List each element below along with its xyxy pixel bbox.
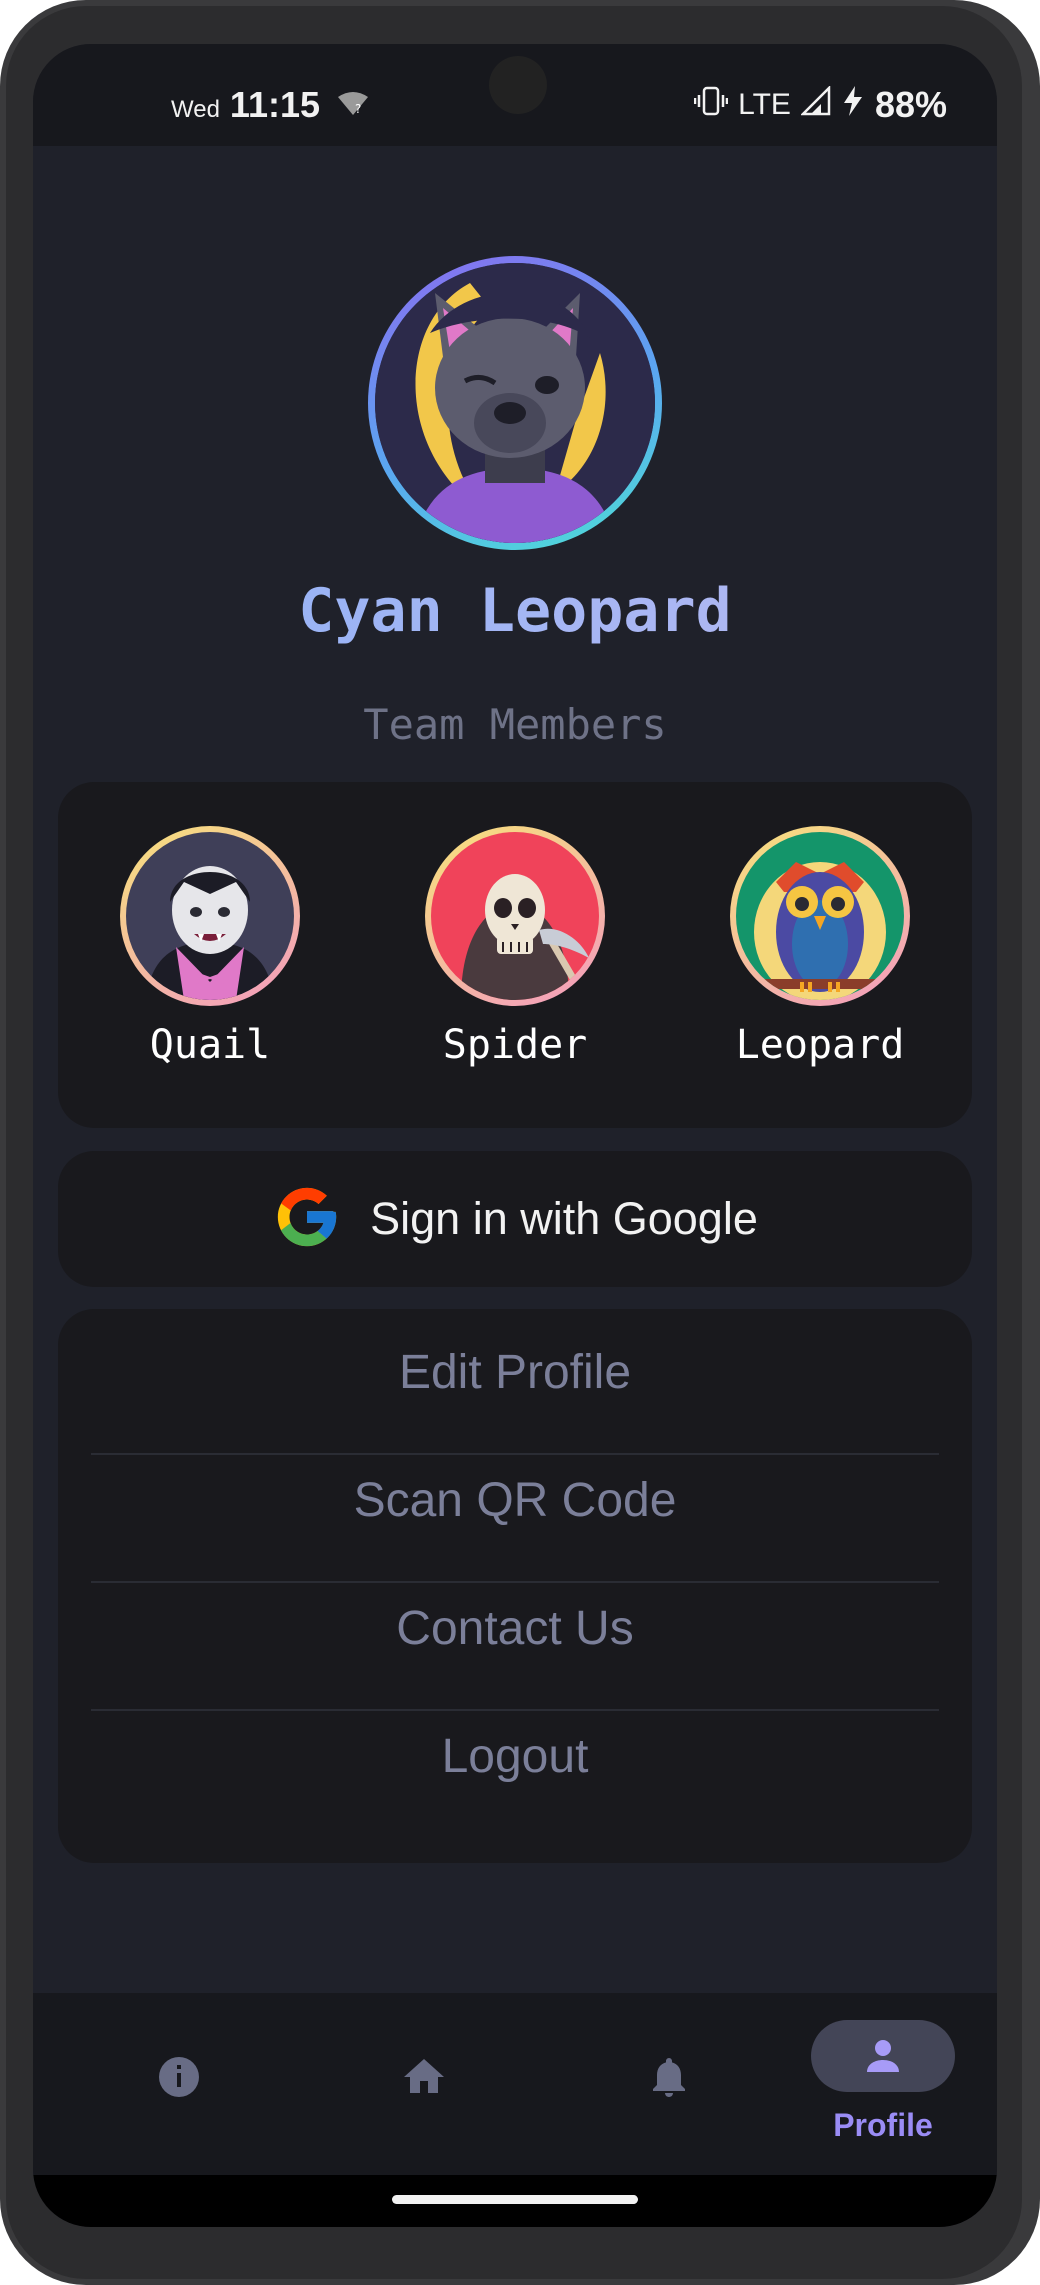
- nav-notifications[interactable]: [548, 1993, 789, 2175]
- nav-home[interactable]: [303, 1993, 544, 2175]
- team-members-card: Quail Spider Leopard: [58, 782, 972, 1128]
- bell-icon: [645, 2053, 693, 2106]
- status-time: 11:15: [229, 84, 321, 125]
- home-gesture-handle[interactable]: [392, 2195, 638, 2204]
- nav-info[interactable]: [58, 1993, 299, 2175]
- info-icon: [155, 2053, 203, 2106]
- member-avatar: [425, 826, 605, 1006]
- vampire-avatar-icon: [126, 832, 294, 1000]
- menu-item-scan-qr-code[interactable]: Scan QR Code: [58, 1437, 972, 1565]
- menu-item-contact-us[interactable]: Contact Us: [58, 1565, 972, 1693]
- wifi-unknown-icon: ?: [336, 91, 370, 122]
- status-left: Wed 11:15 ?: [171, 84, 370, 126]
- profile-name: Cyan Leopard: [33, 576, 997, 646]
- skeleton-reaper-avatar-icon: [431, 832, 599, 1000]
- front-camera: [489, 56, 547, 114]
- volume-button: [1028, 740, 1040, 880]
- nav-profile[interactable]: [811, 2020, 955, 2092]
- svg-text:?: ?: [355, 102, 361, 116]
- wolf-avatar-icon: [375, 263, 655, 543]
- bottom-navigation: Profile: [33, 1993, 997, 2175]
- charging-icon: [841, 85, 865, 125]
- team-member-leopard[interactable]: Leopard: [720, 826, 920, 1068]
- gesture-bar: [33, 2175, 997, 2227]
- signal-icon: [799, 84, 831, 124]
- team-members-heading: Team Members: [363, 700, 667, 749]
- profile-avatar[interactable]: [368, 256, 662, 550]
- owl-avatar-icon: [736, 832, 904, 1000]
- google-sign-in-button[interactable]: Sign in with Google: [58, 1151, 972, 1287]
- network-type: LTE: [738, 88, 791, 121]
- status-right: LTE 88%: [693, 84, 947, 126]
- google-g-icon: [272, 1182, 342, 1257]
- battery-percent: 88%: [874, 84, 947, 125]
- phone-frame: Wed 11:15 ? LTE 88% Cyan Leopard Team Me…: [0, 0, 1040, 2285]
- home-icon: [400, 2053, 448, 2106]
- menu-item-logout[interactable]: Logout: [58, 1693, 972, 1821]
- member-name: Quail: [149, 1022, 271, 1068]
- person-icon: [859, 2032, 907, 2085]
- nav-profile-label: Profile: [833, 2107, 933, 2143]
- member-avatar: [120, 826, 300, 1006]
- power-button: [1028, 1020, 1040, 1300]
- member-avatar: [730, 826, 910, 1006]
- team-member-spider[interactable]: Spider: [415, 826, 615, 1068]
- profile-menu: Edit Profile Scan QR Code Contact Us Log…: [58, 1309, 972, 1863]
- menu-item-edit-profile[interactable]: Edit Profile: [58, 1309, 972, 1437]
- member-name: Spider: [442, 1022, 588, 1068]
- status-bar: Wed 11:15 ? LTE 88%: [33, 44, 997, 146]
- member-name: Leopard: [735, 1022, 905, 1068]
- vibrate-icon: [693, 85, 729, 125]
- google-sign-in-label: Sign in with Google: [370, 1193, 758, 1244]
- team-member-quail[interactable]: Quail: [110, 826, 310, 1068]
- status-day: Wed: [171, 96, 220, 123]
- screen: Wed 11:15 ? LTE 88% Cyan Leopard Team Me…: [33, 44, 997, 2227]
